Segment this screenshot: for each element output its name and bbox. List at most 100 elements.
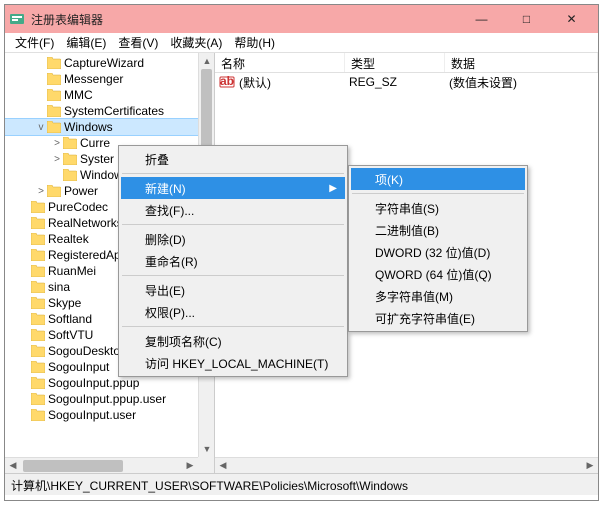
folder-icon [47, 185, 61, 197]
separator [122, 224, 344, 225]
titlebar[interactable]: 注册表编辑器 — □ ✕ [5, 5, 598, 33]
expander-icon[interactable]: > [35, 186, 47, 197]
folder-icon [31, 377, 45, 389]
cm-export[interactable]: 导出(E) [121, 279, 345, 301]
expander-icon[interactable]: v [35, 122, 47, 133]
folder-icon [31, 297, 45, 309]
cm-new-expandstring[interactable]: 可扩充字符串值(E) [351, 307, 525, 329]
tree-label: Curre [80, 136, 110, 150]
separator [352, 193, 524, 194]
folder-icon [31, 409, 45, 421]
cm-delete[interactable]: 删除(D) [121, 228, 345, 250]
tree-scrollbar-h[interactable]: ◀ ▶ [5, 457, 198, 473]
scroll-left-icon[interactable]: ◀ [5, 458, 21, 474]
scroll-right-icon[interactable]: ▶ [182, 458, 198, 474]
tree-label: SoftVTU [48, 328, 93, 342]
scroll-up-icon[interactable]: ▲ [199, 53, 215, 69]
separator [122, 326, 344, 327]
menu-favorites[interactable]: 收藏夹(A) [164, 32, 228, 53]
tree-item[interactable]: CaptureWizard [5, 55, 214, 71]
folder-icon [31, 265, 45, 277]
menu-help[interactable]: 帮助(H) [228, 32, 281, 53]
tree-label: Realtek [48, 232, 89, 246]
tree-label: SogouInput.user [48, 408, 136, 422]
scroll-right-icon[interactable]: ▶ [582, 458, 598, 474]
folder-icon [47, 57, 61, 69]
folder-icon [31, 393, 45, 405]
cm-new-qword[interactable]: QWORD (64 位)值(Q) [351, 263, 525, 285]
col-type[interactable]: 类型 [345, 53, 445, 72]
cm-new-dword[interactable]: DWORD (32 位)值(D) [351, 241, 525, 263]
scroll-thumb-h[interactable] [23, 460, 123, 472]
value-type: REG_SZ [349, 75, 449, 89]
list-scrollbar-h[interactable]: ◀ ▶ [215, 457, 598, 473]
tree-label: PureCodec [48, 200, 108, 214]
folder-icon [31, 249, 45, 261]
cm-copy-key-name[interactable]: 复制项名称(C) [121, 330, 345, 352]
tree-label: SogouInput [48, 360, 109, 374]
minimize-button[interactable]: — [459, 5, 504, 33]
chevron-right-icon: ▶ [329, 183, 337, 194]
scroll-down-icon[interactable]: ▼ [199, 441, 215, 457]
tree-item[interactable]: Messenger [5, 71, 214, 87]
list-row[interactable]: ab (默认)REG_SZ(数值未设置) [215, 73, 598, 91]
folder-icon [47, 121, 61, 133]
menu-edit[interactable]: 编辑(E) [60, 32, 112, 53]
cm-rename[interactable]: 重命名(R) [121, 250, 345, 272]
folder-icon [31, 233, 45, 245]
folder-icon [63, 137, 77, 149]
cm-new-multistring[interactable]: 多字符串值(M) [351, 285, 525, 307]
tree-label: Softland [48, 312, 92, 326]
cm-goto[interactable]: 访问 HKEY_LOCAL_MACHINE(T) [121, 352, 345, 374]
tree-item[interactable]: SogouInput.ppup.user [5, 391, 214, 407]
folder-icon [31, 329, 45, 341]
separator [122, 173, 344, 174]
cm-find[interactable]: 查找(F)... [121, 199, 345, 221]
cm-collapse[interactable]: 折叠 [121, 148, 345, 170]
folder-icon [31, 281, 45, 293]
tree-label: RuanMei [48, 264, 96, 278]
cm-new-binary[interactable]: 二进制值(B) [351, 219, 525, 241]
value-name: (默认) [239, 74, 349, 91]
folder-icon [63, 153, 77, 165]
col-name[interactable]: 名称 [215, 53, 345, 72]
svg-text:ab: ab [220, 74, 234, 88]
window-title: 注册表编辑器 [31, 11, 459, 28]
context-menu: 折叠 新建(N) ▶ 查找(F)... 删除(D) 重命名(R) 导出(E) 权… [118, 145, 348, 377]
list-header: 名称 类型 数据 [215, 53, 598, 73]
tree-label: sina [48, 280, 70, 294]
scroll-corner [198, 457, 214, 473]
registry-editor-window: 注册表编辑器 — □ ✕ 文件(F) 编辑(E) 查看(V) 收藏夹(A) 帮助… [4, 4, 599, 501]
tree-item[interactable]: MMC [5, 87, 214, 103]
tree-label: RealNetworks [48, 216, 123, 230]
close-button[interactable]: ✕ [549, 5, 594, 33]
folder-icon [47, 105, 61, 117]
col-data[interactable]: 数据 [445, 53, 598, 72]
menu-file[interactable]: 文件(F) [9, 32, 60, 53]
cm-new-string[interactable]: 字符串值(S) [351, 197, 525, 219]
tree-item[interactable]: vWindows [5, 119, 214, 135]
app-icon [9, 11, 25, 27]
menubar: 文件(F) 编辑(E) 查看(V) 收藏夹(A) 帮助(H) [5, 33, 598, 53]
maximize-button[interactable]: □ [504, 5, 549, 33]
folder-icon [47, 89, 61, 101]
statusbar: 计算机\HKEY_CURRENT_USER\SOFTWARE\Policies\… [5, 473, 598, 495]
folder-icon [31, 201, 45, 213]
tree-item[interactable]: SogouInput.user [5, 407, 214, 423]
expander-icon[interactable]: > [51, 154, 63, 165]
tree-item[interactable]: SystemCertificates [5, 103, 214, 119]
tree-item[interactable]: SogouInput.ppup [5, 375, 214, 391]
tree-label: MMC [64, 88, 93, 102]
tree-label: CaptureWizard [64, 56, 144, 70]
value-data: (数值未设置) [449, 74, 598, 91]
folder-icon [47, 73, 61, 85]
tree-label: SystemCertificates [64, 104, 164, 118]
cm-new[interactable]: 新建(N) ▶ [121, 177, 345, 199]
tree-label: Power [64, 184, 98, 198]
cm-permissions[interactable]: 权限(P)... [121, 301, 345, 323]
expander-icon[interactable]: > [51, 138, 63, 149]
separator [122, 275, 344, 276]
cm-new-key[interactable]: 项(K) [351, 168, 525, 190]
menu-view[interactable]: 查看(V) [112, 32, 164, 53]
scroll-left-icon[interactable]: ◀ [215, 458, 231, 474]
